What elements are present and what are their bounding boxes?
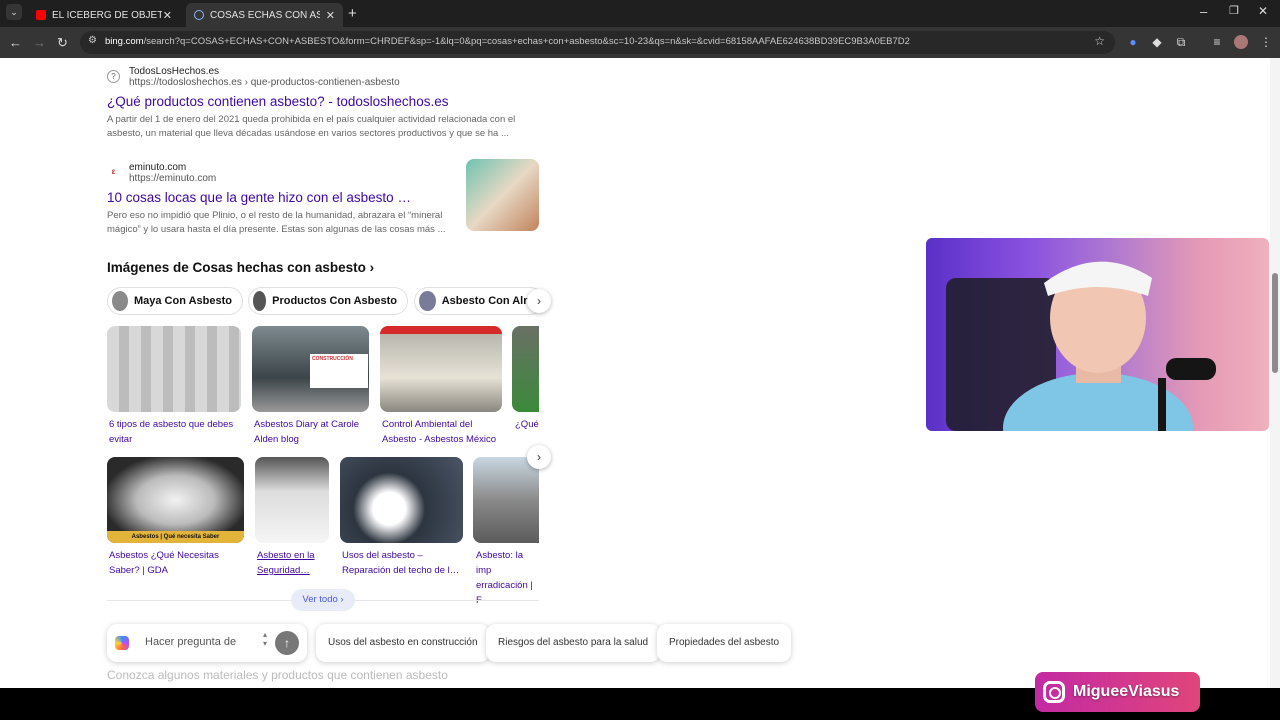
site-name: TodosLosHechos.es <box>129 66 220 77</box>
image-result[interactable] <box>473 457 539 543</box>
close-tab-icon[interactable]: ✕ <box>163 9 172 22</box>
faded-heading: Conozca algunos materiales y productos q… <box>107 668 448 682</box>
instagram-icon <box>1043 681 1065 703</box>
image-overlay-label: CONSTRUCCIÓN <box>310 354 368 388</box>
address-bar[interactable]: ⚙ bing.com/search?q=COSAS+ECHAS+CON+ASBE… <box>80 31 1115 54</box>
profile-avatar[interactable] <box>1234 35 1248 49</box>
image-caption[interactable]: Asbestos Diary at Carole Alden blog <box>254 417 369 447</box>
tab-strip: ⌄ EL ICEBERG DE OBJETOS PELIGR ✕ COSAS E… <box>0 0 1280 27</box>
site-info-icon[interactable]: ⚙ <box>88 35 97 46</box>
image-result[interactable]: Asbestos | Qué necesita Saber <box>107 457 244 543</box>
result-title-link[interactable]: ¿Qué productos contienen asbesto? - todo… <box>107 94 527 109</box>
image-result[interactable] <box>380 326 502 412</box>
result-snippet: Pero eso no impidió que Plinio, o el res… <box>107 210 446 235</box>
chip-thumbnail <box>253 291 267 311</box>
chip-thumbnail <box>419 291 436 311</box>
tab-bing[interactable]: COSAS ECHAS CON ASBESTO - ✕ <box>186 3 343 27</box>
close-window-icon[interactable]: ✕ <box>1258 4 1268 18</box>
suggestion-chip[interactable]: Propiedades del asbesto <box>657 624 792 662</box>
back-button[interactable]: ← <box>9 35 22 50</box>
site-url[interactable]: https://todosloshechos.es › que-producto… <box>129 77 400 88</box>
chips-next-button[interactable]: › <box>527 289 551 313</box>
page-scrollbar[interactable] <box>1270 58 1280 688</box>
search-result: ? TodosLosHechos.es https://todosloshech… <box>107 66 527 141</box>
image-caption[interactable]: 6 tipos de asbesto que debes evitar <box>109 417 239 447</box>
suggestion-chip[interactable]: Usos del asbesto en construcción <box>316 624 490 662</box>
images-next-button[interactable]: › <box>527 445 551 469</box>
menu-icon[interactable]: ⋮ <box>1259 35 1273 49</box>
images-section-title[interactable]: Imágenes de Cosas hechas con asbesto › <box>107 260 374 275</box>
tab-label: EL ICEBERG DE OBJETOS PELIGR <box>52 9 162 21</box>
new-tab-button[interactable]: + <box>348 5 357 22</box>
site-url[interactable]: https://eminuto.com <box>129 173 216 184</box>
ask-placeholder: Hacer pregunta de <box>145 636 237 648</box>
search-result: ε eminuto.com https://eminuto.com 10 cos… <box>107 162 447 237</box>
image-caption[interactable]: Asbesto: la imp erradicación | F <box>476 548 539 608</box>
image-caption[interactable]: Control Ambiental del Asbesto - Asbestos… <box>382 417 504 447</box>
image-caption[interactable]: Asbestos ¿Qué Necesitas Saber? | GDA <box>109 548 239 578</box>
media-control-icon[interactable]: ≡ <box>1210 35 1224 49</box>
image-chip[interactable]: Asbesto Con Alm <box>414 287 544 315</box>
image-banner: Asbestos | Qué necesita Saber <box>107 531 244 543</box>
forward-button[interactable]: → <box>33 35 46 50</box>
instagram-handle: MigueeViasus <box>1073 683 1180 700</box>
image-result[interactable] <box>107 326 241 412</box>
toolbar: ← → ↻ ⚙ bing.com/search?q=COSAS+ECHAS+CO… <box>0 27 1280 58</box>
tab-search-button[interactable]: ⌄ <box>6 4 22 20</box>
tab-label: COSAS ECHAS CON ASBESTO - <box>210 9 320 21</box>
result-title-link[interactable]: 10 cosas locas que la gente hizo con el … <box>107 190 447 205</box>
webcam-overlay <box>926 238 1269 431</box>
send-button[interactable]: ↑ <box>275 631 299 655</box>
image-chip[interactable]: Maya Con Asbesto <box>107 287 243 315</box>
bookmark-star-icon[interactable]: ☆ <box>1094 34 1105 48</box>
webcam-person-illustration <box>946 261 1216 431</box>
reload-button[interactable]: ↻ <box>57 35 68 51</box>
extensions-puzzle-icon[interactable]: ⧉ <box>1174 35 1188 49</box>
image-chip[interactable]: Productos Con Asbesto <box>248 287 408 315</box>
image-caption[interactable]: Usos del asbesto – Reparación del techo … <box>342 548 464 578</box>
search-icon <box>194 10 204 20</box>
extension-diamond-icon[interactable]: ◆ <box>1150 35 1164 49</box>
expand-icon[interactable]: ▴ ▾ <box>263 630 267 648</box>
minimize-icon[interactable]: – <box>1200 4 1207 19</box>
site-favicon-icon: ? <box>107 70 120 83</box>
image-caption[interactable]: Asbesto en la Seguridad… <box>257 548 329 578</box>
copilot-logo-icon <box>115 636 129 650</box>
site-favicon-icon: ε <box>111 167 116 176</box>
youtube-icon <box>36 10 46 20</box>
chip-thumbnail <box>112 291 128 311</box>
image-result[interactable]: CONSTRUCCIÓN <box>252 326 369 412</box>
image-caption[interactable]: ¿Qué <box>515 417 539 432</box>
image-result[interactable] <box>512 326 539 412</box>
url-text: bing.com/search?q=COSAS+ECHAS+CON+ASBEST… <box>105 36 910 47</box>
close-tab-icon[interactable]: ✕ <box>326 9 335 22</box>
suggestion-chip[interactable]: Riesgos del asbesto para la salud <box>486 624 661 662</box>
image-result[interactable] <box>340 457 463 543</box>
instagram-handle-badge: MigueeViasus <box>1035 672 1200 712</box>
site-name: eminuto.com <box>129 162 187 173</box>
tab-youtube[interactable]: EL ICEBERG DE OBJETOS PELIGR ✕ <box>28 3 180 27</box>
image-result[interactable] <box>255 457 329 543</box>
extension-icon[interactable]: ● <box>1126 35 1140 49</box>
copilot-ask-box[interactable]: Hacer pregunta de ▴ ▾ ↑ <box>107 624 307 662</box>
see-all-button[interactable]: Ver todo › <box>291 589 355 611</box>
scrollbar-thumb[interactable] <box>1272 273 1278 373</box>
maximize-icon[interactable]: ❐ <box>1229 4 1239 17</box>
result-snippet: A partir del 1 de enero del 2021 queda p… <box>107 114 516 139</box>
result-thumbnail[interactable] <box>466 159 539 231</box>
